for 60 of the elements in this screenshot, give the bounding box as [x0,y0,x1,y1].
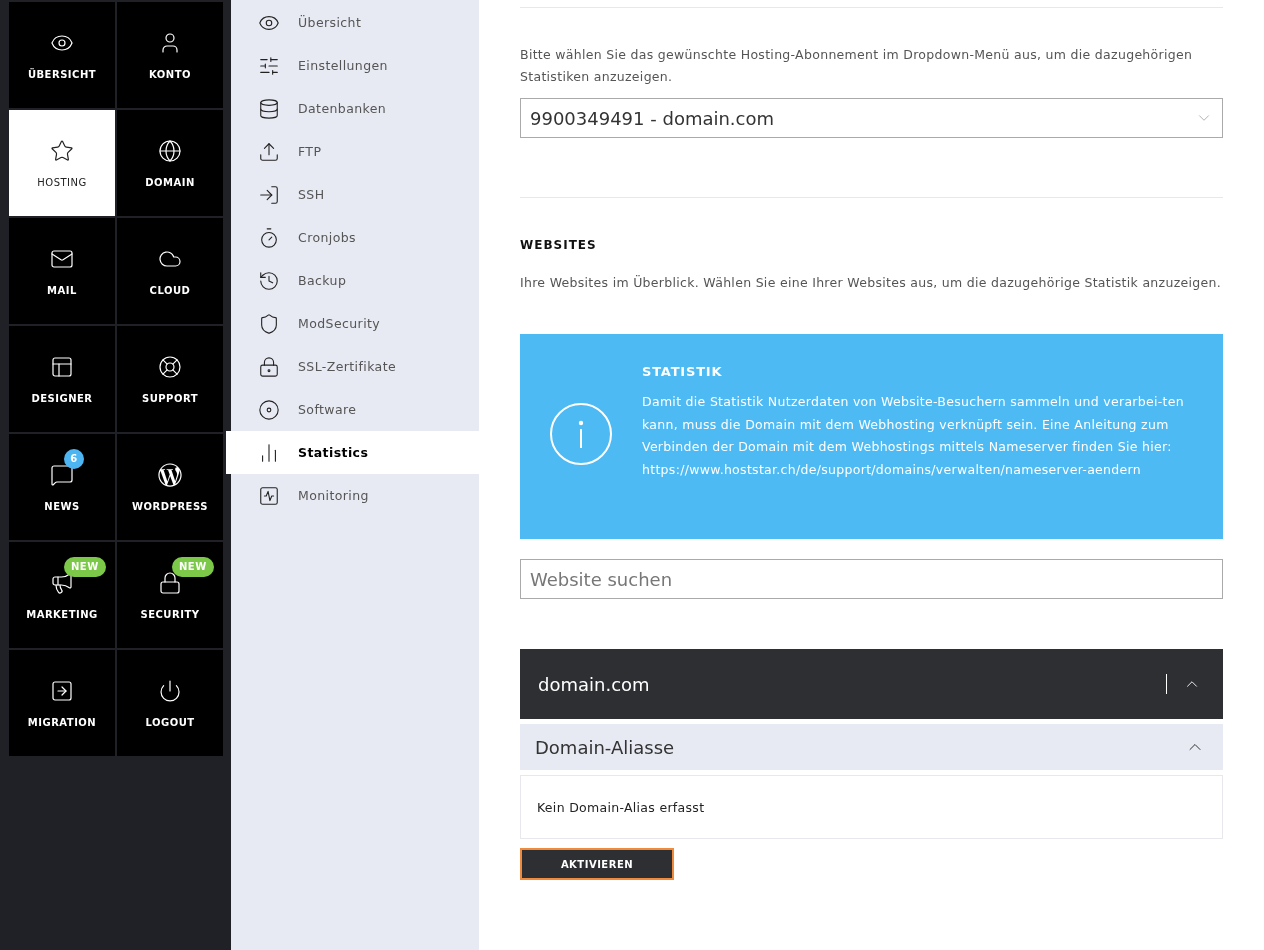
nav-tile[interactable]: KONTO [117,2,223,108]
info-title: STATISTIK [642,364,724,379]
info-icon [550,403,612,465]
sub-nav-item[interactable]: FTP [231,130,479,173]
nav-tile[interactable]: DOMAIN [117,110,223,216]
nav-tile[interactable]: NEW SECURITY [117,542,223,648]
badge: 6 [64,448,84,469]
nav-tile[interactable]: WORDPRESS [117,434,223,540]
badge: NEW [172,556,214,577]
activate-button[interactable]: AKTIVIEREN [520,848,674,880]
nav-tile[interactable]: MAIL [9,218,115,324]
shield-icon [258,312,280,335]
nav-tile[interactable]: MIGRATION [9,650,115,756]
subscription-dropdown[interactable]: 9900349491 - domain.com [520,98,1223,138]
arrow-into-box-icon [50,678,74,703]
sub-nav-item[interactable]: Backup [231,259,479,302]
nav-tile[interactable]: HOSTING [9,110,115,216]
login-icon [258,183,280,206]
chat-bubble-icon [50,462,74,487]
database-icon [258,97,280,120]
search-field[interactable]: Website suchen [520,559,1223,599]
globe-icon [158,138,182,163]
sub-nav-item[interactable]: ModSecurity [231,302,479,345]
badge: NEW [64,556,106,577]
nav-tile[interactable]: DESIGNER [9,326,115,432]
sliders-icon [258,54,280,77]
nav-tile[interactable]: ÜBERSICHT [9,2,115,108]
sub-nav-item[interactable]: Statistics [226,431,479,474]
nav-tile[interactable]: 6 NEWS [9,434,115,540]
sub-nav-item[interactable]: Übersicht [231,1,479,44]
lifebuoy-icon [158,354,182,379]
history-icon [258,269,280,292]
sub-nav-item[interactable]: Monitoring [231,474,479,517]
lock-icon [258,355,280,378]
section-heading: WEBSITES [520,238,598,252]
info-text: Damit die Statistik Nutzerdaten von Website-Besuchern sammeln und verarbei-ten kann, muss die Domain mit dem Webhosting verknüpft sein. Eine Anleitung zum Verbinden der Domain mit dem Webhostings mittels Nameserver finden Sie hier: https://www.hoststar.ch/de/support/domains/verwalten/nameserver-aendern [642,393,1185,479]
star-icon [50,138,74,163]
nav-tile[interactable]: SUPPORT [117,326,223,432]
section-description: Ihre Websites im Überblick. Wählen Sie eine Ihrer Websites aus, um die dazugehörige Statistik anzuzeigen. [520,274,1222,292]
sub-nav-item[interactable]: Software [231,388,479,431]
disc-icon [258,398,280,421]
activity-icon [258,484,280,507]
layout-icon [50,354,74,379]
wordpress-icon [158,462,182,487]
subscription-hint: Bitte wählen Sie das gewünschte Hosting-Abonnement im Dropdown-Menü aus, um die dazugehörigen Statistiken anzuzeigen. [520,46,1194,86]
stopwatch-icon [258,226,280,249]
empty-message: Kein Domain-Alias erfasst [537,799,705,815]
sub-nav-item[interactable]: SSL-Zertifikate [231,345,479,388]
sub-nav-item[interactable]: Datenbanken [231,87,479,130]
upload-icon [258,140,280,163]
sub-nav-item[interactable]: Cronjobs [231,216,479,259]
lock-icon [158,570,182,595]
nav-tile[interactable]: NEW MARKETING [9,542,115,648]
website-accordion-header[interactable]: domain.com [520,649,1223,719]
sub-nav-item[interactable]: Einstellungen [231,44,479,87]
sub-nav-item[interactable]: SSH [231,173,479,216]
aliases-accordion-header[interactable]: Domain-Aliasse [520,724,1223,770]
nav-tile[interactable]: CLOUD [117,218,223,324]
power-icon [158,678,182,703]
nav-tile[interactable]: LOGOUT [117,650,223,756]
